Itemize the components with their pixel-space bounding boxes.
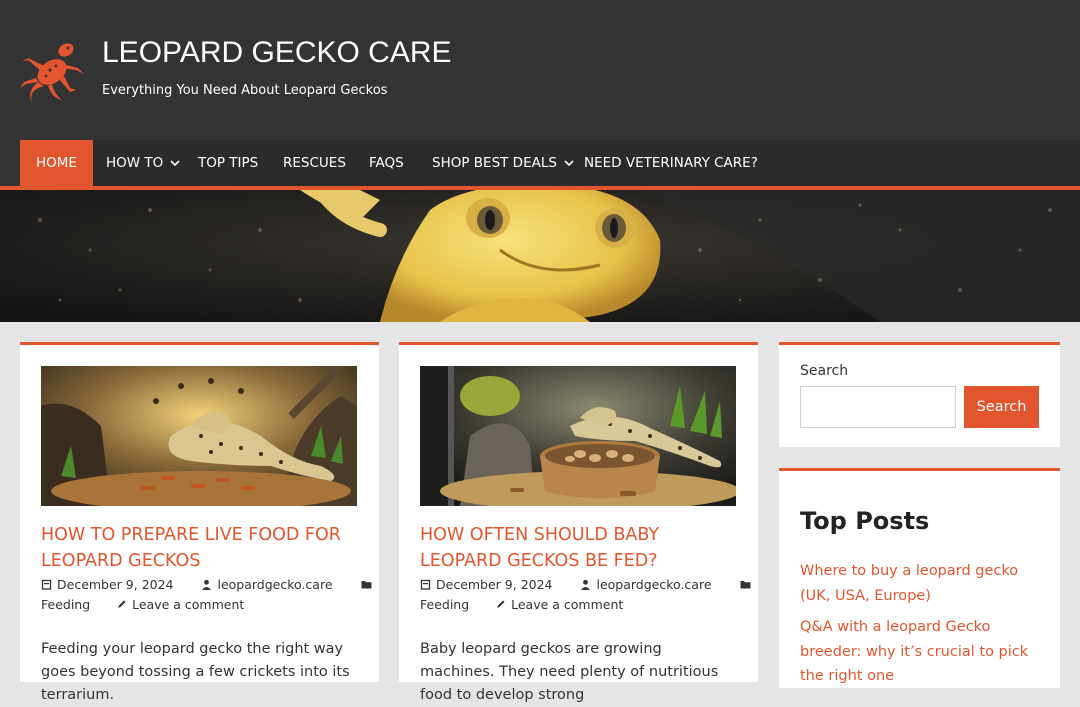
post-category[interactable]: Feeding — [41, 597, 90, 612]
post-comment-link[interactable]: Leave a comment — [132, 597, 244, 612]
post-author[interactable]: leopardgecko.care — [596, 577, 711, 592]
folder-icon — [740, 581, 750, 589]
post-meta: December 9, 2024 leopardgecko.care — [41, 577, 377, 592]
nav-item-label: RESCUES — [283, 155, 346, 171]
chevron-down-icon — [170, 160, 180, 167]
nav-item-label: TOP TIPS — [198, 155, 259, 171]
calendar-icon — [41, 579, 52, 590]
nav-item-home[interactable]: HOME — [20, 140, 93, 186]
post-thumbnail-image[interactable] — [41, 366, 357, 506]
search-widget: Search Search — [779, 342, 1060, 447]
post-title[interactable]: HOW OFTEN SHOULD BABY LEOPARD GECKOS BE … — [420, 522, 730, 574]
post-thumbnail-image[interactable] — [420, 366, 736, 506]
header-banner-image — [0, 190, 1080, 322]
top-posts-widget: Top Posts Where to buy a leopard gecko (… — [779, 468, 1060, 688]
nav-item-faqs[interactable]: FAQS — [353, 140, 420, 186]
nav-item-rescues[interactable]: RESCUES — [267, 140, 362, 186]
post-author[interactable]: leopardgecko.care — [217, 577, 332, 592]
nav-item-label: SHOP BEST DEALS — [432, 155, 557, 171]
post-card: HOW TO PREPARE LIVE FOOD FOR LEOPARD GEC… — [20, 342, 379, 703]
post-excerpt: Feeding your leopard gecko the right way… — [41, 641, 350, 703]
site-tagline: Everything You Need About Leopard Geckos — [102, 83, 388, 98]
nav-item-top-tips[interactable]: TOP TIPS — [182, 140, 274, 186]
search-button[interactable]: Search — [964, 386, 1039, 428]
post-meta: December 9, 2024 leopardgecko.care — [420, 577, 756, 592]
user-icon — [202, 579, 212, 590]
search-input[interactable] — [800, 386, 956, 428]
folder-icon — [361, 581, 371, 589]
pencil-icon — [497, 600, 505, 608]
top-post-link[interactable]: Q&A with a leopard Gecko breeder: why it… — [800, 615, 1045, 689]
nav-item-shop-best-deals[interactable]: SHOP BEST DEALS — [416, 140, 591, 186]
post-date[interactable]: December 9, 2024 — [436, 577, 553, 592]
post-meta-2: Feeding Leave a comment — [41, 597, 244, 612]
gecko-logo-icon[interactable] — [18, 36, 90, 104]
search-label: Search — [800, 363, 849, 379]
post-date[interactable]: December 9, 2024 — [57, 577, 174, 592]
post-title[interactable]: HOW TO PREPARE LIVE FOOD FOR LEOPARD GEC… — [41, 522, 351, 574]
nav-item-label: FAQS — [369, 155, 404, 171]
post-card: HOW OFTEN SHOULD BABY LEOPARD GECKOS BE … — [399, 342, 758, 703]
site-header: LEOPARD GECKO CARE Everything You Need A… — [0, 0, 1080, 140]
nav-item-veterinary-care[interactable]: NEED VETERINARY CARE? — [568, 140, 774, 186]
user-icon — [581, 579, 591, 590]
site-title[interactable]: LEOPARD GECKO CARE — [102, 36, 452, 70]
top-post-link[interactable]: Where to buy a leopard gecko (UK, USA, E… — [800, 559, 1045, 608]
pencil-icon — [118, 600, 126, 608]
nav-item-label: HOW TO — [106, 155, 164, 171]
post-meta-2: Feeding Leave a comment — [420, 597, 623, 612]
calendar-icon — [420, 579, 431, 590]
post-category[interactable]: Feeding — [420, 597, 469, 612]
nav-item-label: NEED VETERINARY CARE? — [584, 155, 758, 171]
widget-title: Top Posts — [800, 507, 930, 535]
post-excerpt: Baby leopard geckos are growing machines… — [420, 641, 719, 703]
post-comment-link[interactable]: Leave a comment — [511, 597, 623, 612]
nav-item-label: HOME — [36, 155, 77, 171]
